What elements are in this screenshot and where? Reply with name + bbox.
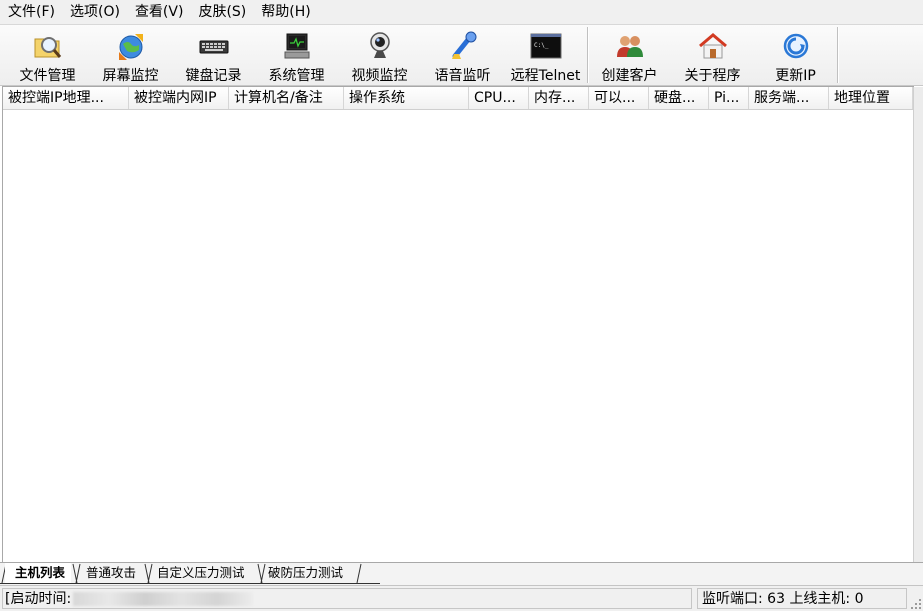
menu-bar: 文件(F) 选项(O) 查看(V) 皮肤(S) 帮助(H) [0, 0, 923, 25]
status-bar: [启动时间: 监听端口: 63 上线主机: 0 [0, 585, 923, 611]
column-header-lan-ip[interactable]: 被控端内网IP [129, 87, 229, 109]
magnifier-folder-icon [34, 37, 61, 58]
column-header-computer-name[interactable]: 计算机名/备注 [229, 87, 344, 109]
video-monitor-label: 视频监控 [351, 68, 408, 84]
startup-time-label: [启动时间: [5, 591, 72, 607]
create-client-button[interactable]: 创建客户 [588, 26, 671, 84]
refresh-globe-icon [783, 33, 808, 59]
about-button[interactable]: 关于程序 [671, 26, 754, 84]
menu-skin[interactable]: 皮肤(S) [190, 0, 253, 24]
system-manager-button[interactable]: 系统管理 [255, 26, 338, 84]
users-icon [616, 36, 643, 57]
remote-telnet-label: 远程Telnet [510, 68, 581, 84]
column-header-cpu[interactable]: CPU... [469, 87, 529, 109]
status-listen-info: 监听端口: 63 上线主机: 0 [697, 588, 907, 609]
screen-monitor-button[interactable]: 屏幕监控 [89, 26, 172, 84]
keyboard-icon [199, 40, 228, 54]
toolbar: 文件管理 屏幕监控 键盘记录 系统管理 视频监控 语音监听 C:\_ 远程Tel… [0, 25, 923, 86]
tab-host-list[interactable]: 主机列表 [5, 563, 72, 583]
toolbar-separator [837, 27, 838, 83]
keylogger-label: 键盘记录 [185, 68, 242, 84]
online-hosts-text: 上线主机: 0 [789, 591, 864, 607]
update-ip-button[interactable]: 更新IP [754, 26, 837, 84]
column-header-available[interactable]: 可以... [589, 87, 649, 109]
resize-grip-icon[interactable] [910, 598, 922, 610]
column-header-location[interactable]: 地理位置 [829, 87, 913, 109]
redacted-text [73, 592, 254, 606]
update-ip-label: 更新IP [775, 68, 816, 84]
audio-monitor-label: 语音监听 [434, 68, 491, 84]
menu-view[interactable]: 查看(V) [127, 0, 191, 24]
column-header-ping[interactable]: Pi... [709, 87, 749, 109]
about-label: 关于程序 [684, 68, 741, 84]
create-client-label: 创建客户 [601, 68, 658, 84]
keylogger-button[interactable]: 键盘记录 [172, 26, 255, 84]
remote-telnet-button[interactable]: C:\_ 远程Telnet [504, 26, 587, 84]
microphone-icon [451, 31, 476, 59]
audio-monitor-button[interactable]: 语音监听 [421, 26, 504, 84]
status-startup-time: [启动时间: [2, 588, 692, 609]
terminal-icon: C:\_ [530, 33, 561, 59]
svg-text:C:\_: C:\_ [534, 42, 549, 49]
computer-monitor-icon [284, 33, 309, 59]
globe-arrows-icon [118, 34, 143, 60]
screen-monitor-label: 屏幕监控 [102, 68, 159, 84]
column-header-os[interactable]: 操作系统 [344, 87, 469, 109]
column-header-ip-location[interactable]: 被控端IP地理... [3, 87, 129, 109]
file-manager-button[interactable]: 文件管理 [6, 26, 89, 84]
vertical-scrollbar[interactable] [913, 87, 923, 562]
video-monitor-button[interactable]: 视频监控 [338, 26, 421, 84]
tab-breach-stress-test[interactable]: 破防压力测试 [258, 563, 349, 583]
file-manager-label: 文件管理 [19, 68, 76, 84]
webcam-icon [369, 32, 390, 58]
tab-normal-attack[interactable]: 普通攻击 [76, 563, 142, 583]
menu-help[interactable]: 帮助(H) [253, 0, 317, 24]
menu-file[interactable]: 文件(F) [0, 0, 62, 24]
column-header-server[interactable]: 服务端... [749, 87, 829, 109]
column-header-disk[interactable]: 硬盘... [649, 87, 709, 109]
system-manager-label: 系统管理 [268, 68, 325, 84]
host-list[interactable]: 被控端IP地理... 被控端内网IP 计算机名/备注 操作系统 CPU... 内… [2, 86, 923, 563]
listen-port-text: 监听端口: 63 [702, 591, 785, 607]
menu-options[interactable]: 选项(O) [62, 0, 127, 24]
list-header: 被控端IP地理... 被控端内网IP 计算机名/备注 操作系统 CPU... 内… [3, 87, 913, 110]
tab-custom-stress-test[interactable]: 自定义压力测试 [147, 563, 251, 583]
home-icon [698, 33, 727, 59]
bottom-tabs: 主机列表 普通攻击 自定义压力测试 破防压力测试 [0, 562, 923, 585]
column-header-memory[interactable]: 内存... [529, 87, 589, 109]
